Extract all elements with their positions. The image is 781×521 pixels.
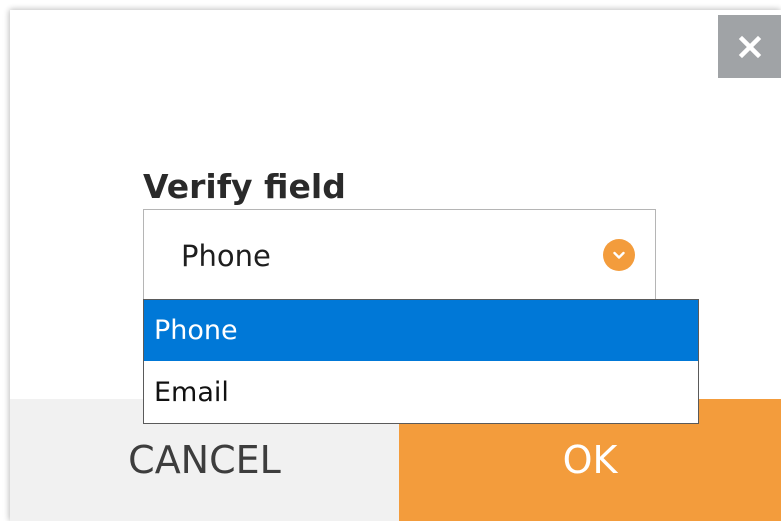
- close-icon: [738, 35, 761, 58]
- verify-dialog: Verify field Phone CANCEL OK Phone Email: [10, 10, 781, 521]
- field-label: Verify field: [143, 167, 346, 206]
- select-dropdown-list: Phone Email: [143, 299, 699, 424]
- dropdown-option-email[interactable]: Email: [144, 362, 698, 423]
- verify-field-select[interactable]: Phone: [143, 209, 656, 300]
- dropdown-option-phone[interactable]: Phone: [144, 300, 698, 361]
- select-value: Phone: [181, 239, 271, 273]
- close-button[interactable]: [718, 15, 781, 78]
- chevron-down-icon[interactable]: [603, 239, 635, 271]
